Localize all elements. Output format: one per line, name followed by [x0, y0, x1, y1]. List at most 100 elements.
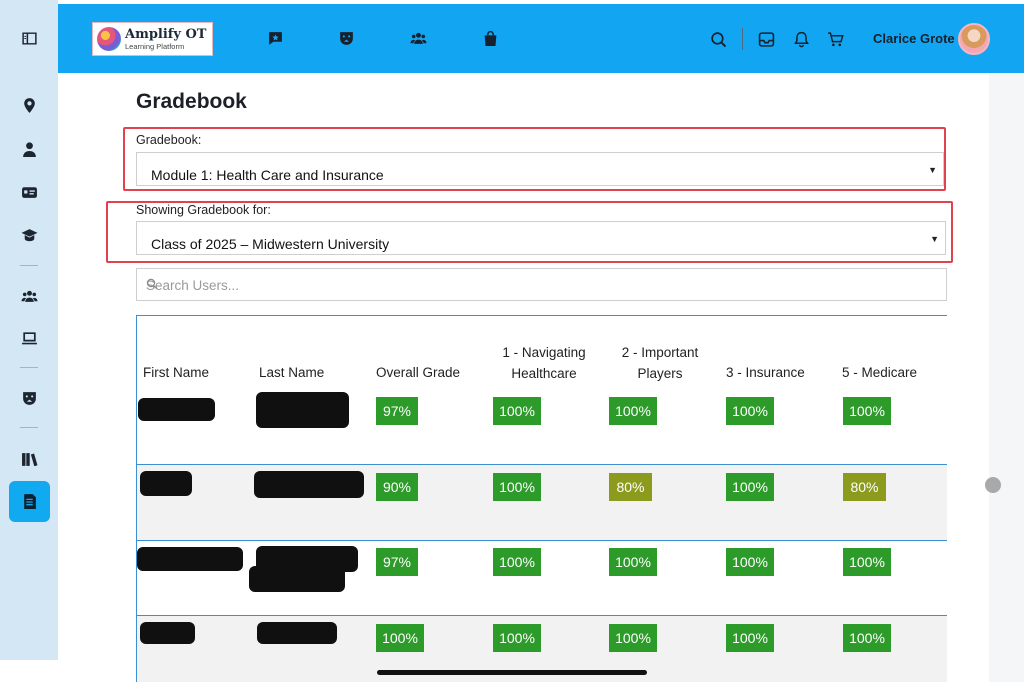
logo-title: Amplify OT	[125, 26, 207, 42]
header-first-name[interactable]: First Name	[143, 362, 209, 383]
grade-badge-overall[interactable]: 90%	[376, 473, 418, 501]
chevron-down-icon: ▼	[928, 165, 937, 175]
sidebar-item-gradebook[interactable]	[9, 481, 50, 522]
chevron-down-icon: ▼	[930, 234, 939, 244]
grade-badge-medicare[interactable]: 80%	[843, 473, 886, 501]
grade-badge-overall[interactable]: 100%	[376, 624, 424, 652]
redacted-last-name	[254, 471, 364, 498]
sidebar-item-id-card[interactable]	[13, 176, 45, 208]
chat-icon	[268, 31, 282, 45]
redacted-first-name	[138, 398, 215, 421]
home-indicator[interactable]	[377, 670, 647, 675]
top-bar: Amplify OT Learning Platform Clarice Gro…	[58, 4, 1024, 73]
topbar-separator	[742, 28, 743, 50]
redacted-first-name	[140, 471, 192, 496]
grade-badge-medicare[interactable]: 100%	[843, 397, 891, 425]
logo-mark-icon	[97, 27, 121, 51]
search-button[interactable]	[708, 29, 728, 49]
cart-icon	[827, 31, 844, 46]
grade-badge-medicare[interactable]: 100%	[843, 624, 891, 652]
avatar[interactable]	[958, 23, 990, 55]
user-icon	[22, 141, 36, 157]
mask-icon	[339, 31, 353, 45]
grade-badge-important[interactable]: 100%	[609, 548, 657, 576]
right-gutter	[989, 73, 1024, 682]
search-icon	[710, 31, 726, 47]
sidebar-divider	[20, 265, 38, 266]
gradebook-select[interactable]: Module 1: Health Care and Insurance ▼	[136, 152, 944, 186]
inbox-button[interactable]	[756, 29, 776, 49]
laptop-icon	[21, 331, 37, 344]
redacted-last-name	[249, 566, 345, 592]
mask-icon	[22, 391, 36, 405]
grade-badge-navigating[interactable]: 100%	[493, 397, 541, 425]
sidebar-divider	[20, 427, 38, 428]
sidebar-item-library[interactable]	[13, 443, 45, 475]
page-title: Gradebook	[136, 90, 247, 113]
theater-button[interactable]	[336, 28, 356, 48]
header-important-line2: Players	[637, 366, 683, 381]
header-important-line1: 2 - Important	[621, 345, 699, 360]
inbox-icon	[758, 31, 774, 47]
gradebook-select-value: Module 1: Health Care and Insurance	[151, 167, 384, 183]
user-name[interactable]: Clarice Grote	[873, 31, 955, 46]
store-button[interactable]	[480, 28, 500, 48]
sidebar-item-devices[interactable]	[13, 322, 45, 354]
scroll-indicator[interactable]	[985, 477, 1001, 493]
redacted-last-name	[256, 392, 349, 428]
grade-badge-navigating[interactable]: 100%	[493, 624, 541, 652]
redacted-first-name	[137, 547, 243, 571]
header-navigating-line1: 1 - Navigating	[502, 345, 586, 360]
search-icon	[146, 278, 158, 290]
redacted-last-name	[257, 622, 337, 644]
gradebook-icon	[24, 494, 36, 509]
sidebar	[0, 0, 58, 660]
sidebar-divider	[20, 367, 38, 368]
sidebar-item-theater[interactable]	[13, 382, 45, 414]
cart-button[interactable]	[825, 29, 845, 49]
showing-select[interactable]: Class of 2025 – Midwestern University ▼	[136, 221, 946, 255]
table-top-border	[136, 315, 947, 316]
bell-icon	[793, 31, 809, 47]
sidebar-item-courses[interactable]	[13, 219, 45, 251]
sidebar-item-profile[interactable]	[13, 133, 45, 165]
sidebar-toggle-button[interactable]	[13, 22, 45, 54]
app-logo[interactable]: Amplify OT Learning Platform	[92, 22, 213, 56]
search-users-placeholder: Search Users...	[146, 278, 240, 293]
shopping-bag-icon	[484, 30, 496, 46]
grade-badge-insurance[interactable]: 100%	[726, 624, 774, 652]
users-icon	[410, 32, 426, 44]
header-overall-grade[interactable]: Overall Grade	[376, 362, 460, 383]
gradebook-label: Gradebook:	[136, 133, 202, 147]
header-last-name[interactable]: Last Name	[259, 362, 324, 383]
header-medicare[interactable]: 5 - Medicare	[842, 362, 917, 383]
grade-badge-insurance[interactable]: 100%	[726, 397, 774, 425]
books-icon	[21, 452, 37, 466]
users-icon	[21, 290, 37, 302]
header-navigating-line2: Healthcare	[511, 366, 577, 381]
messages-button[interactable]	[265, 28, 285, 48]
search-users-input[interactable]: Search Users...	[136, 268, 947, 301]
grade-badge-insurance[interactable]: 100%	[726, 473, 774, 501]
grade-badge-medicare[interactable]: 100%	[843, 548, 891, 576]
grade-badge-insurance[interactable]: 100%	[726, 548, 774, 576]
grade-badge-navigating[interactable]: 100%	[493, 473, 541, 501]
grade-badge-important[interactable]: 100%	[609, 624, 657, 652]
logo-subtitle: Learning Platform	[125, 41, 185, 51]
location-pin-icon	[23, 97, 35, 113]
grade-badge-important[interactable]: 80%	[609, 473, 652, 501]
header-insurance[interactable]: 3 - Insurance	[726, 362, 805, 383]
community-button[interactable]	[408, 28, 428, 48]
header-navigating-healthcare[interactable]: 1 - Navigating Healthcare	[492, 342, 596, 384]
sidebar-item-groups[interactable]	[13, 280, 45, 312]
redacted-first-name	[140, 622, 195, 644]
header-important-players[interactable]: 2 - Important Players	[608, 342, 712, 384]
sidebar-item-location[interactable]	[13, 89, 45, 121]
grade-badge-overall[interactable]: 97%	[376, 397, 418, 425]
grade-badge-overall[interactable]: 97%	[376, 548, 418, 576]
grade-badge-navigating[interactable]: 100%	[493, 548, 541, 576]
notifications-button[interactable]	[791, 29, 811, 49]
showing-select-value: Class of 2025 – Midwestern University	[151, 236, 390, 252]
graduation-cap-icon	[21, 228, 37, 241]
grade-badge-important[interactable]: 100%	[609, 397, 657, 425]
